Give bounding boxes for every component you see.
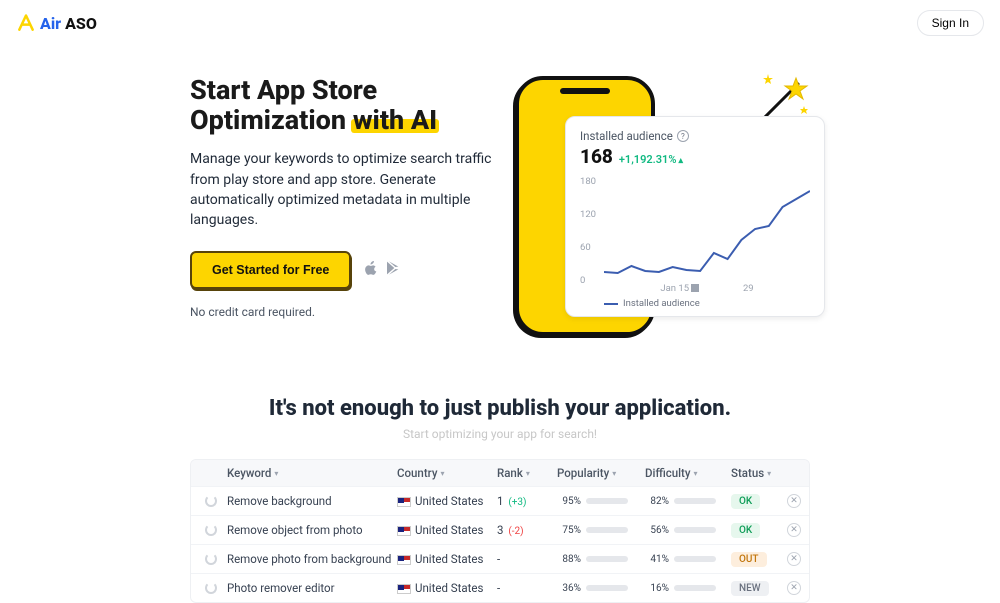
cell-keyword: Remove object from photo bbox=[227, 523, 397, 537]
th-keyword[interactable]: Keyword▾ bbox=[227, 466, 397, 480]
remove-row-button[interactable]: ✕ bbox=[787, 552, 801, 566]
playstore-icon bbox=[385, 260, 401, 280]
cell-rank: - bbox=[497, 552, 557, 566]
card-title: Installed audience ? bbox=[580, 129, 810, 143]
flag-us-icon bbox=[397, 526, 411, 536]
section-keywords: It's not enough to just publish your app… bbox=[0, 376, 1000, 603]
cell-country: United States bbox=[397, 523, 497, 537]
hero-left: Start App Store Optimization with AI Man… bbox=[190, 76, 495, 319]
cell-difficulty: 16% bbox=[645, 583, 731, 594]
info-icon[interactable]: ? bbox=[677, 130, 689, 142]
logo-text-aso: ASO bbox=[65, 14, 97, 33]
loading-icon bbox=[205, 495, 217, 507]
card-value: 168 bbox=[580, 145, 613, 168]
no-credit-card-text: No credit card required. bbox=[190, 305, 495, 319]
chevron-down-icon: ▾ bbox=[440, 469, 444, 478]
hero-title-highlight: with AI bbox=[353, 106, 437, 136]
cell-keyword: Photo remover editor bbox=[227, 581, 397, 595]
x-tick-jan15: Jan 15 bbox=[660, 283, 689, 294]
chart: 180 120 60 0 . Jan 15 29 . Installed bbox=[580, 176, 810, 306]
cell-status: NEW bbox=[731, 580, 787, 596]
cell-rank: - bbox=[497, 581, 557, 595]
cell-difficulty: 56% bbox=[645, 525, 731, 536]
loading-icon bbox=[205, 582, 217, 594]
card-title-text: Installed audience bbox=[580, 129, 673, 143]
status-badge: OK bbox=[731, 494, 760, 509]
loading-icon bbox=[205, 553, 217, 565]
section-subtitle: Start optimizing your app for search! bbox=[190, 427, 810, 441]
cell-rank: 1 (+3) bbox=[497, 494, 557, 508]
y-tick-0: 0 bbox=[580, 275, 585, 286]
keywords-table: Keyword▾ Country▾ Rank▾ Popularity▾ Diff… bbox=[190, 459, 810, 603]
cell-keyword: Remove background bbox=[227, 494, 397, 508]
table-row: Photo remover editorUnited States-36%16%… bbox=[191, 573, 809, 602]
legend-label: Installed audience bbox=[623, 298, 700, 309]
y-tick-180: 180 bbox=[580, 176, 596, 187]
get-started-button[interactable]: Get Started for Free bbox=[190, 251, 351, 289]
hero-title: Start App Store Optimization with AI bbox=[190, 76, 495, 135]
hero-title-line2a: Optimization bbox=[190, 104, 353, 136]
apple-icon bbox=[363, 260, 379, 280]
x-tick-29: 29 bbox=[743, 283, 754, 294]
chevron-down-icon: ▾ bbox=[767, 469, 771, 478]
metric-card: Installed audience ? 168 +1,192.31% 180 … bbox=[565, 116, 825, 317]
cell-difficulty: 82% bbox=[645, 496, 731, 507]
rank-delta: (+3) bbox=[508, 497, 526, 508]
chart-legend: Installed audience bbox=[604, 298, 700, 309]
cell-popularity: 75% bbox=[557, 525, 645, 536]
header: AirASO Sign In bbox=[0, 0, 1000, 46]
section-title: It's not enough to just publish your app… bbox=[190, 396, 810, 421]
y-tick-120: 120 bbox=[580, 209, 596, 220]
status-badge: OK bbox=[731, 523, 760, 538]
remove-row-button[interactable]: ✕ bbox=[787, 523, 801, 537]
chevron-down-icon: ▾ bbox=[274, 469, 278, 478]
cell-status: OUT bbox=[731, 551, 787, 567]
remove-row-button[interactable]: ✕ bbox=[787, 494, 801, 508]
cell-country: United States bbox=[397, 552, 497, 566]
status-badge: OUT bbox=[731, 552, 767, 567]
cell-rank: 3 (-2) bbox=[497, 523, 557, 537]
chart-line bbox=[604, 180, 810, 278]
chevron-down-icon: ▾ bbox=[694, 469, 698, 478]
flag-us-icon bbox=[397, 497, 411, 507]
flag-us-icon bbox=[397, 555, 411, 565]
card-delta: +1,192.31% bbox=[619, 153, 683, 166]
table-row: Remove object from photoUnited States3 (… bbox=[191, 515, 809, 544]
chevron-down-icon: ▾ bbox=[526, 469, 530, 478]
loading-icon bbox=[205, 524, 217, 536]
th-country[interactable]: Country▾ bbox=[397, 466, 497, 480]
hero-title-line1: Start App Store bbox=[190, 74, 377, 106]
th-rank[interactable]: Rank▾ bbox=[497, 466, 557, 480]
th-popularity[interactable]: Popularity▾ bbox=[557, 466, 645, 480]
cell-country: United States bbox=[397, 581, 497, 595]
store-icons bbox=[363, 260, 401, 280]
cell-keyword: Remove photo from background bbox=[227, 552, 397, 566]
cell-popularity: 95% bbox=[557, 496, 645, 507]
table-row: Remove photo from backgroundUnited State… bbox=[191, 544, 809, 573]
logo[interactable]: AirASO bbox=[16, 13, 97, 33]
logo-text-air: Air bbox=[40, 14, 61, 33]
table-row: Remove backgroundUnited States1 (+3)95%8… bbox=[191, 486, 809, 515]
logo-icon bbox=[16, 13, 36, 33]
chevron-down-icon: ▾ bbox=[612, 469, 616, 478]
hero-description: Manage your keywords to optimize search … bbox=[190, 149, 495, 230]
table-header: Keyword▾ Country▾ Rank▾ Popularity▾ Diff… bbox=[191, 460, 809, 486]
hero-illustration: Installed audience ? 168 +1,192.31% 180 … bbox=[515, 76, 820, 356]
cell-popularity: 36% bbox=[557, 583, 645, 594]
flag-us-icon bbox=[397, 584, 411, 594]
status-badge: NEW bbox=[731, 581, 769, 596]
cell-status: OK bbox=[731, 522, 787, 538]
th-status[interactable]: Status▾ bbox=[731, 466, 787, 480]
y-tick-60: 60 bbox=[580, 242, 591, 253]
remove-row-button[interactable]: ✕ bbox=[787, 581, 801, 595]
th-difficulty[interactable]: Difficulty▾ bbox=[645, 466, 731, 480]
cell-country: United States bbox=[397, 494, 497, 508]
signin-button[interactable]: Sign In bbox=[917, 10, 984, 36]
hero: Start App Store Optimization with AI Man… bbox=[0, 46, 1000, 376]
rank-delta: (-2) bbox=[508, 526, 523, 537]
cell-status: OK bbox=[731, 493, 787, 509]
